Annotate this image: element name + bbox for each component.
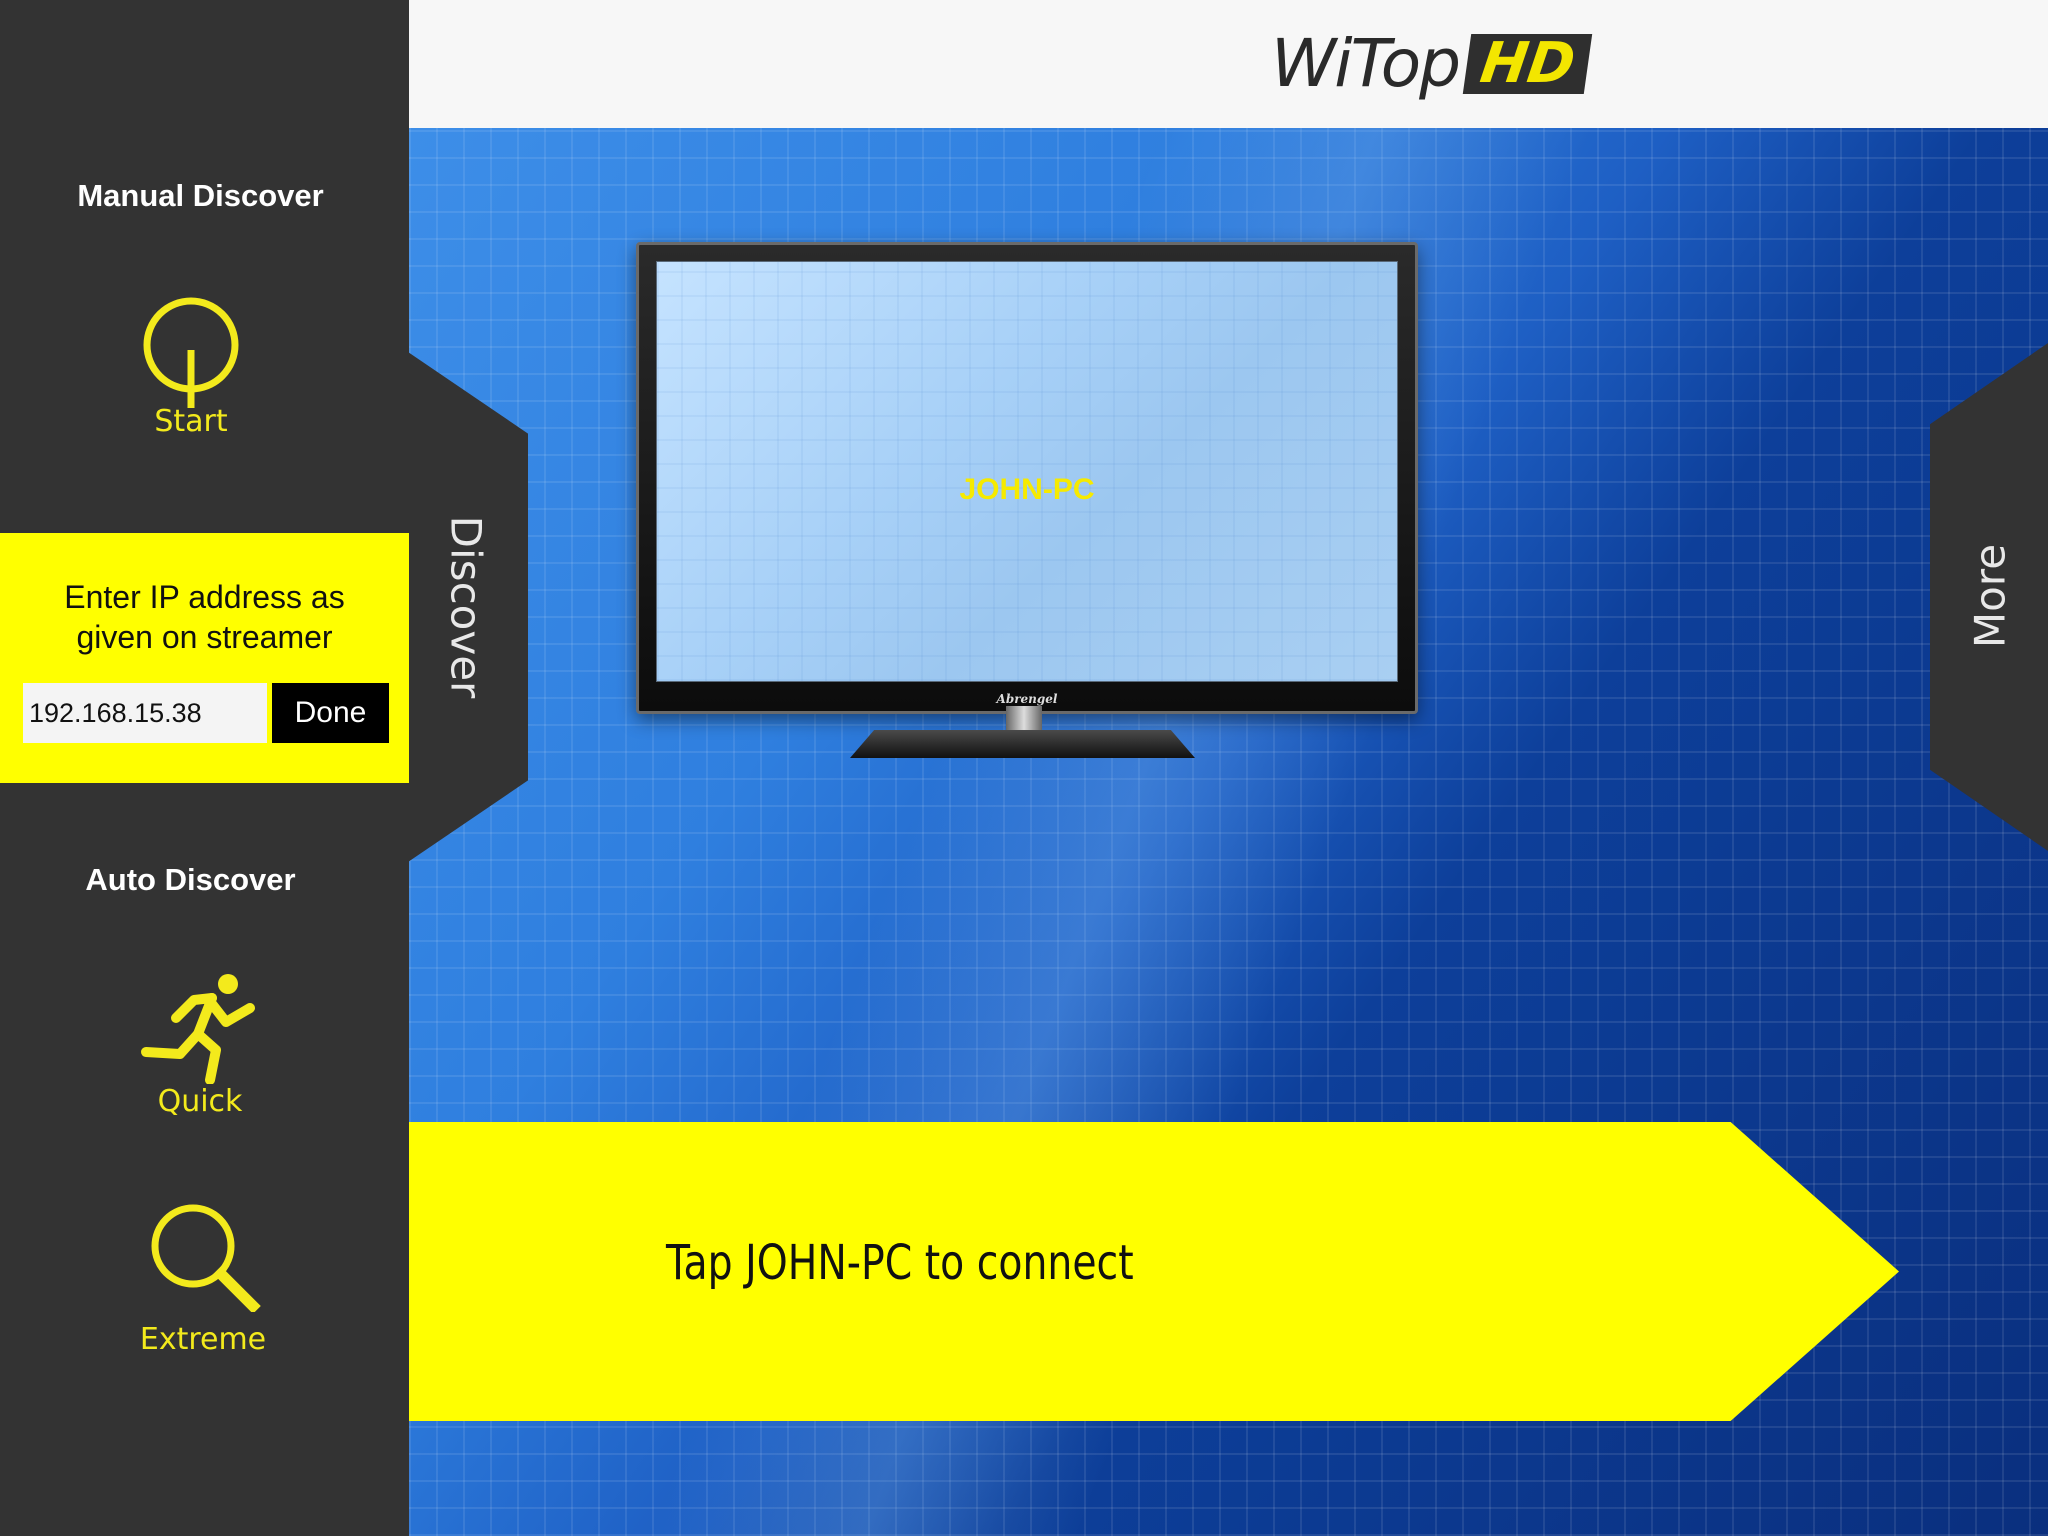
quick-discover-button[interactable]: Quick [140,972,260,1119]
manual-ip-panel: Enter IP address as given on streamer Do… [0,533,409,783]
tv-stand-base [850,730,1195,758]
ip-prompt: Enter IP address as given on streamer [0,577,409,657]
start-button[interactable]: Start [131,290,251,439]
hint-banner-text: Tap JOHN-PC to connect [666,1235,1134,1291]
start-button-label: Start [154,404,228,439]
device-name-label[interactable]: JOHN-PC [959,473,1094,507]
streamer-tv[interactable]: JOHN-PC Abrengel [636,242,1418,714]
running-man-icon [141,974,255,1084]
logo-hd-badge: HD [1462,31,1593,96]
app-header: WiTop HD [409,0,2048,128]
manual-discover-title: Manual Discover [77,178,324,213]
app-logo: WiTop HD [1271,24,1593,104]
discover-tab-label[interactable]: Discover [442,516,491,699]
ip-address-input[interactable] [23,683,267,743]
extreme-discover-label: Extreme [139,1322,267,1357]
power-icon [143,297,239,408]
tv-screen[interactable]: JOHN-PC [656,261,1398,682]
logo-wordmark: WiTop [1271,25,1461,102]
search-icon [151,1204,261,1312]
tv-brand-label: Abrengel [996,692,1058,706]
auto-discover-title: Auto Discover [85,862,296,897]
ip-prompt-line-1: Enter IP address as [64,579,345,615]
hint-banner [409,1122,1899,1421]
ip-prompt-line-2: given on streamer [76,619,333,655]
quick-discover-label: Quick [157,1084,243,1119]
done-button[interactable]: Done [272,683,389,743]
more-tab-label[interactable]: More [1966,544,2015,648]
extreme-discover-button[interactable]: Extreme [139,1200,267,1357]
